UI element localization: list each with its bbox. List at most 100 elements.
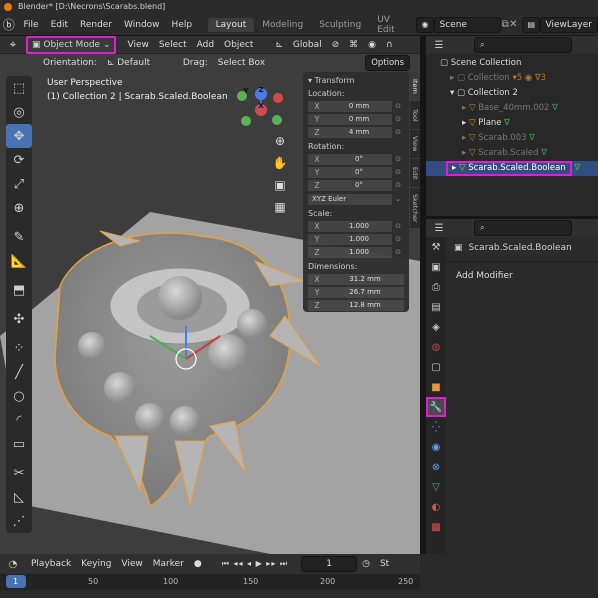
add-line-tool-icon[interactable]: ╱: [6, 360, 32, 384]
outliner-row[interactable]: ▸ ▽ Plane ∇: [426, 116, 598, 131]
menu-render[interactable]: Render: [74, 20, 118, 30]
move-tool-icon[interactable]: ✥: [6, 124, 32, 148]
outliner-row[interactable]: ▢ Scene Collection: [426, 56, 598, 71]
keying-menu[interactable]: Keying: [76, 559, 116, 569]
start-frame-label[interactable]: St: [375, 559, 394, 569]
outliner-row[interactable]: ▾ ▢ Collection 2: [426, 86, 598, 101]
render-tab-icon[interactable]: ▣: [426, 257, 446, 277]
timeline-editor-icon[interactable]: ◔: [0, 559, 26, 570]
orientation-dropdown[interactable]: ⊾ Default: [102, 58, 178, 68]
dimensions-x-row[interactable]: X 31.2 mm: [308, 273, 404, 285]
properties-editor-icon[interactable]: ☰: [426, 223, 452, 234]
dimensions-z-row[interactable]: Z 12.8 mm: [308, 299, 404, 311]
rotation-x-row[interactable]: X 0° ⊙: [308, 153, 404, 165]
zoom-icon[interactable]: ⊕: [270, 134, 290, 156]
object-mode-dropdown[interactable]: ▣ Object Mode ⌄: [26, 35, 117, 54]
menu-add[interactable]: Add: [192, 40, 219, 50]
transform-tool-icon[interactable]: ⊕: [6, 196, 32, 220]
outliner-row[interactable]: ▸ ▢ Collection ▾5 ◉ ∇3: [426, 71, 598, 86]
scene-selector[interactable]: Scene: [433, 16, 502, 33]
falloff-icon[interactable]: ∩: [381, 40, 398, 50]
rotate-tool-icon[interactable]: ⟳: [6, 148, 32, 172]
playback-controls[interactable]: ⏮ ◂◂ ◂ ▶ ▸▸ ⏭: [217, 559, 293, 569]
outliner-row[interactable]: ▸ ▽ Scarab.Scaled ∇: [426, 146, 598, 161]
editor-type-icon[interactable]: ⌖: [0, 38, 26, 52]
grid-icon[interactable]: ▦: [270, 200, 290, 222]
modifier-wrench-icon[interactable]: 🔧: [426, 397, 446, 417]
expand-icon[interactable]: ▾: [450, 88, 457, 98]
menu-help[interactable]: Help: [166, 20, 199, 30]
add-arc-tool-icon[interactable]: ◜: [6, 408, 32, 432]
location-y-row[interactable]: Y0 mm ⊙: [308, 113, 404, 125]
location-x-row[interactable]: X0 mm ⊙: [308, 100, 404, 112]
scale-tool-icon[interactable]: ⤢: [6, 172, 32, 196]
lock-icon[interactable]: ⊙: [392, 222, 404, 230]
lock-icon[interactable]: ⊙: [392, 181, 404, 189]
scale-z-row[interactable]: Z 1.000 ⊙: [308, 246, 404, 258]
expand-icon[interactable]: ▸: [462, 133, 469, 143]
dimension-tool-icon[interactable]: ⋰: [6, 509, 32, 533]
expand-icon[interactable]: ▸: [462, 103, 469, 113]
dimensions-x-value[interactable]: 31.2 mm: [326, 273, 404, 285]
lock-icon[interactable]: ⊙: [392, 102, 404, 110]
add-cube-tool-icon[interactable]: ⬒: [6, 278, 32, 302]
snap-icon[interactable]: ⌘: [344, 40, 363, 50]
collection-tab-icon[interactable]: ▢: [426, 357, 446, 377]
lock-icon[interactable]: ⊙: [392, 128, 404, 136]
menu-edit[interactable]: Edit: [45, 20, 74, 30]
camera-icon[interactable]: ▣: [270, 178, 290, 200]
location-z-value[interactable]: 4 mm: [326, 126, 392, 138]
add-modifier-button[interactable]: Add Modifier: [446, 265, 598, 287]
lock-icon[interactable]: ⊙: [392, 168, 404, 176]
object-tab-icon[interactable]: ■: [426, 377, 446, 397]
select-box-tool-icon[interactable]: ⬚: [6, 76, 32, 100]
scale-x-value[interactable]: 1.000: [326, 220, 392, 232]
outliner-row[interactable]: ▸ ▽ Base_40mm.002 ∇: [426, 101, 598, 116]
add-circle-tool-icon[interactable]: ○: [6, 384, 32, 408]
scale-x-row[interactable]: X 1.000 ⊙: [308, 220, 404, 232]
expand-icon[interactable]: ▸: [462, 118, 469, 128]
pivot-point-icon[interactable]: ⊘: [327, 40, 345, 50]
location-y-value[interactable]: 0 mm: [326, 113, 392, 125]
scene-tab-icon[interactable]: ◈: [426, 317, 446, 337]
constraints-tab-icon[interactable]: ⊗: [426, 457, 446, 477]
tab-edit[interactable]: Edit: [410, 159, 420, 187]
menu-file[interactable]: File: [18, 20, 45, 30]
particles-tab-icon[interactable]: ⁛: [426, 417, 446, 437]
material-tab-icon[interactable]: ◐: [426, 497, 446, 517]
menu-window[interactable]: Window: [118, 20, 166, 30]
expand-icon[interactable]: ▸: [450, 73, 457, 83]
measure-tool-icon[interactable]: 📐: [6, 249, 32, 273]
timeline-view-menu[interactable]: View: [116, 559, 147, 569]
outliner-row[interactable]: ▸ ▽ Scarab.003 ∇: [426, 131, 598, 146]
transform-orientation-dropdown[interactable]: Global: [288, 40, 327, 50]
sketch-tool-icon[interactable]: ◺: [6, 485, 32, 509]
tab-sculpting[interactable]: Sculpting: [311, 18, 369, 32]
output-tab-icon[interactable]: ⎙: [426, 277, 446, 297]
options-dropdown[interactable]: Options: [365, 55, 410, 71]
new-scene-icon[interactable]: ⧉: [501, 19, 509, 30]
lock-icon[interactable]: ⊙: [392, 155, 404, 163]
marker-menu[interactable]: Marker: [148, 559, 189, 569]
location-x-value[interactable]: 0 mm: [326, 100, 392, 112]
outliner-row-selected[interactable]: ▸ ▽ Scarab.Scaled.Boolean ∇: [426, 161, 598, 176]
lock-icon[interactable]: ⊙: [392, 248, 404, 256]
scale-z-value[interactable]: 1.000: [326, 246, 392, 258]
dimensions-y-row[interactable]: Y 26.7 mm: [308, 286, 404, 298]
tab-sketcher[interactable]: Sketcher: [410, 188, 420, 228]
view-layer-selector[interactable]: ViewLayer: [539, 16, 598, 33]
pan-hand-icon[interactable]: ✋: [270, 156, 290, 178]
rotation-y-row[interactable]: Y 0° ⊙: [308, 166, 404, 178]
delete-scene-icon[interactable]: ✕: [509, 19, 517, 30]
rotation-mode-dropdown[interactable]: XYZ Euler ⌄: [308, 193, 404, 205]
drag-dropdown[interactable]: Select Box: [213, 58, 270, 68]
scene-type-icon[interactable]: ◉: [415, 16, 434, 33]
scale-y-row[interactable]: Y 1.000 ⊙: [308, 233, 404, 245]
record-icon[interactable]: ●: [189, 559, 207, 569]
tab-view[interactable]: View: [410, 130, 420, 158]
expand-icon[interactable]: ▸: [462, 148, 469, 158]
menu-object[interactable]: Object: [219, 40, 258, 50]
move-snap-tool-icon[interactable]: ✣: [6, 307, 32, 331]
tab-modeling[interactable]: Modeling: [254, 18, 311, 32]
proportional-editing-icon[interactable]: ◉: [363, 40, 381, 50]
